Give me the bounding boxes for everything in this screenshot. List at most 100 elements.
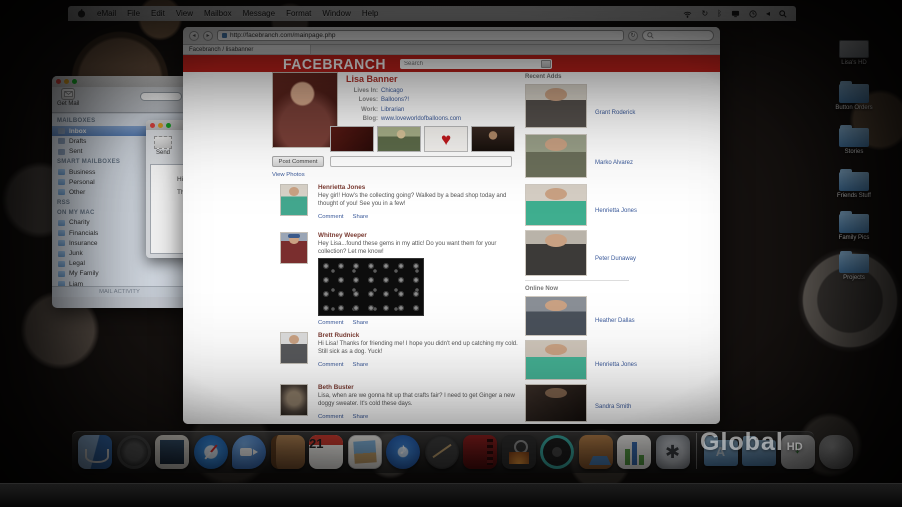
get-mail-button[interactable]: Get Mail (57, 88, 79, 107)
spotlight-icon[interactable] (779, 9, 787, 18)
menu-item-edit[interactable]: Edit (151, 9, 165, 18)
keynote-icon[interactable] (578, 435, 613, 469)
menu-item-email[interactable]: eMail (97, 9, 116, 18)
volume-icon[interactable]: ◂ (766, 9, 770, 18)
friend-photo[interactable] (525, 230, 587, 276)
comment-link[interactable]: Comment (318, 362, 344, 368)
friend-name[interactable]: Marko Alvarez (595, 160, 633, 166)
friend-name[interactable]: Henrietta Jones (595, 208, 637, 214)
reload-button[interactable]: ↻ (628, 30, 638, 41)
clock-icon[interactable] (749, 9, 757, 18)
avatar[interactable] (280, 184, 308, 216)
zoom-button[interactable] (166, 123, 171, 128)
photo-booth-icon[interactable] (501, 435, 536, 469)
desktop-icon-friends-stuff[interactable]: Friends Stuff (825, 169, 883, 200)
minimize-button[interactable] (64, 79, 69, 84)
comment-link[interactable]: Comment (318, 214, 344, 220)
garageband-icon[interactable] (424, 435, 459, 469)
numbers-icon[interactable] (617, 435, 651, 469)
photo-thumb-outdoors[interactable] (377, 126, 421, 152)
field-value[interactable]: Chicago (381, 87, 403, 96)
displays-icon[interactable] (731, 10, 740, 18)
desktop-icon-button-orders[interactable]: Button Orders (825, 81, 883, 112)
address-book-icon[interactable] (270, 435, 305, 469)
menu-item-window[interactable]: Window (322, 9, 350, 18)
menu-item-file[interactable]: File (127, 9, 140, 18)
sidebar-item-legal[interactable]: Legal (52, 259, 187, 269)
comment-input[interactable] (330, 156, 512, 167)
ichat-icon[interactable] (232, 435, 266, 469)
comment-link[interactable]: Comment (318, 414, 344, 420)
bluetooth-icon[interactable]: ᛒ (717, 9, 722, 18)
minimize-button[interactable] (158, 123, 163, 128)
iphoto-icon[interactable] (347, 435, 382, 469)
preview-icon[interactable] (155, 435, 189, 469)
mail-search-field[interactable] (140, 92, 182, 101)
field-value[interactable]: Balloons?! (381, 96, 409, 105)
friend-name[interactable]: Sandra Smith (595, 404, 631, 410)
idvd-icon[interactable] (540, 435, 574, 469)
buttons-photo[interactable] (318, 258, 424, 316)
photo-thumb-portrait[interactable] (471, 126, 515, 152)
friend-name[interactable]: Grant Roderick (595, 110, 635, 116)
system-preferences-icon[interactable]: ✱ (655, 435, 690, 469)
friend-name[interactable]: Peter Dunaway (595, 256, 636, 262)
share-link[interactable]: Share (353, 214, 369, 220)
mail-titlebar[interactable] (52, 76, 187, 87)
menu-item-view[interactable]: View (176, 9, 193, 18)
friend-photo[interactable] (525, 340, 587, 380)
ical-icon[interactable]: 21 (309, 435, 343, 469)
facebranch-search-button[interactable] (541, 59, 551, 68)
trash-icon[interactable] (819, 435, 853, 469)
share-link[interactable]: Share (353, 362, 369, 368)
field-value[interactable]: Librarian (381, 106, 404, 115)
sidebar-item-my-family[interactable]: My Family (52, 269, 187, 279)
finder-icon[interactable] (78, 435, 112, 469)
blog-link[interactable]: www.loveworldofballoons.com (381, 115, 461, 124)
sync-icon[interactable]: ↻ (701, 9, 708, 18)
menu-item-mailbox[interactable]: Mailbox (204, 9, 232, 18)
photo-thumb-buttons[interactable] (330, 126, 374, 152)
send-button[interactable]: Send (154, 136, 172, 156)
back-button[interactable]: ◂ (189, 30, 199, 41)
facebranch-logo[interactable]: FACEBRANCH (283, 55, 386, 72)
avatar[interactable] (280, 384, 308, 416)
menu-item-message[interactable]: Message (243, 9, 275, 18)
wifi-icon[interactable] (683, 10, 692, 18)
view-photos-link[interactable]: View Photos (272, 172, 305, 178)
facebranch-search-input[interactable] (404, 60, 541, 67)
desktop-icon-projects[interactable]: Projects (825, 251, 883, 282)
close-button[interactable] (150, 123, 155, 128)
safari-icon[interactable] (193, 435, 228, 469)
address-bar[interactable]: http://facebranch.com/mainpage.php (217, 30, 624, 41)
friend-photo[interactable] (525, 384, 587, 422)
imovie-icon[interactable] (463, 435, 497, 469)
commenter-name[interactable]: Henrietta Jones (318, 184, 365, 191)
commenter-name[interactable]: Whitney Weeper (318, 232, 367, 239)
friend-photo[interactable] (525, 134, 587, 178)
avatar[interactable] (280, 232, 308, 264)
desktop-icon-hd[interactable]: Lisa's HD (825, 40, 883, 67)
friend-photo[interactable] (525, 296, 587, 336)
comment-link[interactable]: Comment (318, 320, 344, 326)
desktop-icon-stories[interactable]: Stories (825, 125, 883, 156)
desktop-icon-family-pics[interactable]: Family Pics (825, 211, 883, 242)
share-link[interactable]: Share (353, 320, 369, 326)
profile-photo[interactable] (272, 72, 338, 148)
commenter-name[interactable]: Beth Buster (318, 384, 354, 391)
zoom-button[interactable] (72, 79, 77, 84)
itunes-icon[interactable] (386, 435, 420, 469)
tab-facebranch[interactable]: Facebranch / lisabanner (183, 45, 311, 54)
photo-thumb-heart[interactable]: ♥ (424, 126, 468, 152)
friend-name[interactable]: Heather Dallas (595, 318, 635, 324)
post-comment-button[interactable]: Post Comment (272, 156, 324, 167)
dashboard-icon[interactable] (116, 435, 151, 469)
close-button[interactable] (56, 79, 61, 84)
apple-menu-icon[interactable] (77, 9, 86, 18)
share-link[interactable]: Share (353, 414, 369, 420)
forward-button[interactable]: ▸ (203, 30, 213, 41)
menu-item-format[interactable]: Format (286, 9, 311, 18)
friend-photo[interactable] (525, 184, 587, 226)
friend-photo[interactable] (525, 84, 587, 128)
menu-item-help[interactable]: Help (362, 9, 378, 18)
